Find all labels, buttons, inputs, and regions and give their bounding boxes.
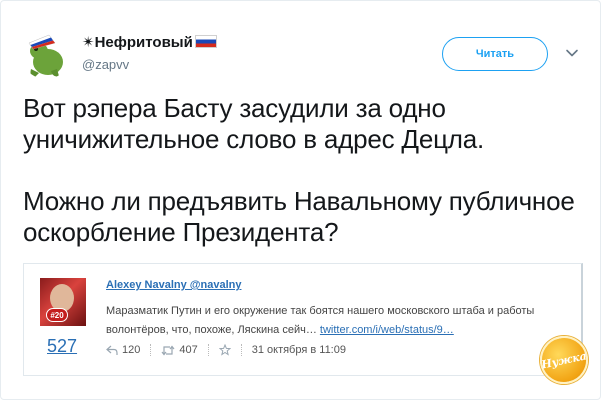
embedded-text-fragment: волонтёров, что, похоже, Ляскина сейч… (106, 324, 317, 336)
embedded-text-line: Маразматик Путин и его окружение так боя… (106, 305, 535, 317)
embedded-retweets: 407 (161, 344, 198, 356)
user-avatar[interactable] (21, 29, 71, 79)
tweet-paragraph: Вот рэпера Басту засудили за одно уничиж… (23, 93, 485, 154)
tweet-card: ✴Нефритовый @zapvv Читать Вот рэпера Бас… (0, 0, 601, 400)
reply-icon (106, 345, 118, 355)
star-icon (218, 344, 231, 356)
display-name-text: ✴Нефритовый (82, 34, 193, 51)
divider (207, 344, 209, 356)
frog-avatar-image (28, 34, 63, 77)
embedded-author: Alexey Navalny @navalny (106, 279, 242, 291)
embedded-tweet-screenshot: #20 527 Alexey Navalny @navalny Маразмат… (23, 263, 583, 376)
chevron-down-icon[interactable] (564, 45, 580, 61)
retweet-icon (161, 345, 175, 355)
embedded-replies: 120 (106, 344, 140, 356)
tweet-text: Вот рэпера Басту засудили за одно уничиж… (23, 93, 583, 248)
embedded-replies-count: 120 (122, 344, 141, 356)
tweet-paragraph: Можно ли предъявить Навальному публичное… (23, 186, 575, 247)
embedded-text-line2: волонтёров, что, похоже, Ляскина сейч… t… (106, 321, 581, 340)
embedded-avatar-badge: #20 (46, 308, 68, 322)
embedded-actions: 120 407 31 октября в 11:09 (106, 344, 346, 356)
embedded-date: 31 октября в 11:09 (251, 344, 346, 356)
embedded-count: 527 (47, 336, 78, 356)
russia-flag-icon (194, 35, 217, 48)
embedded-body: Маразматик Путин и его окружение так боя… (106, 302, 581, 340)
embedded-link: twitter.com/i/web/status/9… (319, 324, 454, 336)
embedded-avatar: #20 (40, 278, 86, 326)
embedded-like (218, 344, 231, 356)
follow-button[interactable]: Читать (442, 37, 548, 71)
divider (150, 344, 152, 356)
divider (240, 344, 242, 356)
embedded-retweets-count: 407 (179, 344, 198, 356)
display-name[interactable]: ✴Нефритовый (82, 33, 217, 51)
user-handle[interactable]: @zapvv (82, 57, 129, 72)
